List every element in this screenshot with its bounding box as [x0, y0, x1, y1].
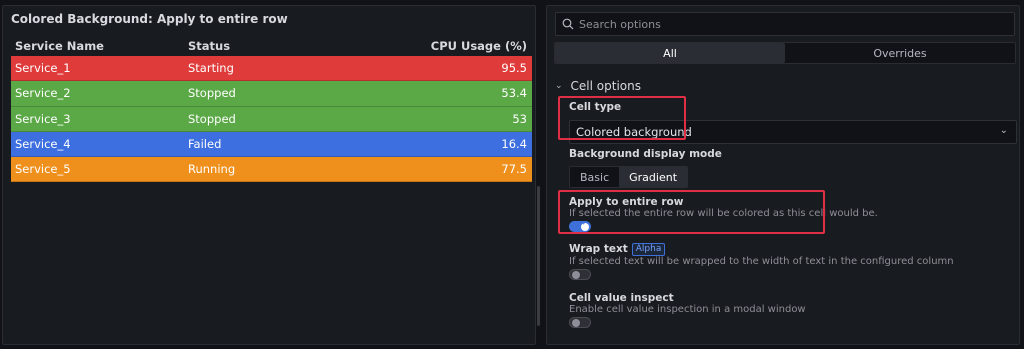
chevron-down-icon: ⌄ — [555, 81, 563, 91]
options-pane: All Overrides ⌄ Cell options Cell type C… — [546, 5, 1020, 345]
cell-options-section-toggle[interactable]: ⌄ Cell options — [555, 79, 641, 93]
section-title: Cell options — [570, 79, 641, 93]
cell-cpu-usage: 77.5 — [501, 162, 527, 177]
cell-service-name: Service_2 — [15, 86, 71, 101]
highlight-box-apply-row — [558, 190, 825, 234]
cell-status: Running — [188, 162, 236, 177]
cell-cpu-usage: 95.5 — [501, 61, 527, 76]
wrap-text-label: Wrap text — [569, 243, 628, 255]
search-input[interactable] — [579, 17, 999, 31]
alpha-badge: Alpha — [631, 243, 666, 256]
column-header-cpu-usage[interactable]: CPU Usage (%) — [364, 39, 532, 53]
wrap-text-description: If selected text will be wrapped to the … — [569, 256, 954, 267]
cell-status: Stopped — [188, 111, 236, 126]
cell-inspect-description: Enable cell value inspection in a modal … — [569, 304, 806, 315]
bg-mode-gradient[interactable]: Gradient — [619, 167, 688, 187]
table-panel: Colored Background: Apply to entire row … — [2, 5, 536, 345]
options-tabs: All Overrides — [554, 42, 1016, 64]
cell-service-name: Service_5 — [15, 162, 71, 177]
table-header: Service Name Status CPU Usage (%) — [11, 36, 532, 56]
wrap-text-toggle[interactable] — [569, 269, 591, 280]
scrollbar[interactable] — [537, 186, 540, 326]
cell-service-name: Service_1 — [15, 61, 71, 76]
cell-cpu-usage: 16.4 — [501, 137, 527, 152]
cell-service-name: Service_4 — [15, 137, 71, 152]
cell-inspect-label: Cell value inspect — [569, 292, 674, 304]
table-body: Service_1 Starting 95.5 Service_2 Stopped 53.… — [11, 56, 532, 183]
table-row[interactable]: Service_2 Stopped 53.4 — [11, 81, 532, 107]
column-header-status[interactable]: Status — [184, 39, 364, 53]
search-box[interactable] — [555, 12, 1015, 36]
table-row[interactable]: Service_1 Starting 95.5 — [11, 56, 532, 82]
bg-mode-label: Background display mode — [569, 148, 722, 160]
cell-status: Failed — [188, 137, 222, 152]
data-table: Service Name Status CPU Usage (%) Servic… — [11, 36, 532, 183]
highlight-box-cell-type — [558, 96, 686, 140]
table-row[interactable]: Service_5 Running 77.5 — [11, 157, 532, 183]
tab-overrides[interactable]: Overrides — [785, 43, 1015, 63]
cell-cpu-usage: 53.4 — [501, 86, 527, 101]
wrap-text-label-row: Wrap text Alpha — [569, 243, 666, 256]
column-header-service-name[interactable]: Service Name — [11, 39, 184, 53]
chevron-down-icon: ⌄ — [999, 125, 1008, 136]
toggle-knob — [571, 318, 580, 327]
toggle-knob — [571, 270, 580, 279]
bg-mode-basic[interactable]: Basic — [570, 167, 619, 187]
table-row[interactable]: Service_3 Stopped 53 — [11, 106, 532, 132]
cell-status: Starting — [188, 61, 234, 76]
bg-mode-radio-group: Basic Gradient — [569, 166, 689, 188]
cell-status: Stopped — [188, 86, 236, 101]
table-row[interactable]: Service_4 Failed 16.4 — [11, 131, 532, 158]
cell-service-name: Service_3 — [15, 111, 71, 126]
cell-cpu-usage: 53 — [512, 111, 527, 126]
panel-title: Colored Background: Apply to entire row — [11, 12, 288, 26]
cell-inspect-toggle[interactable] — [569, 317, 591, 328]
search-icon — [562, 18, 574, 30]
tab-all[interactable]: All — [555, 43, 785, 63]
